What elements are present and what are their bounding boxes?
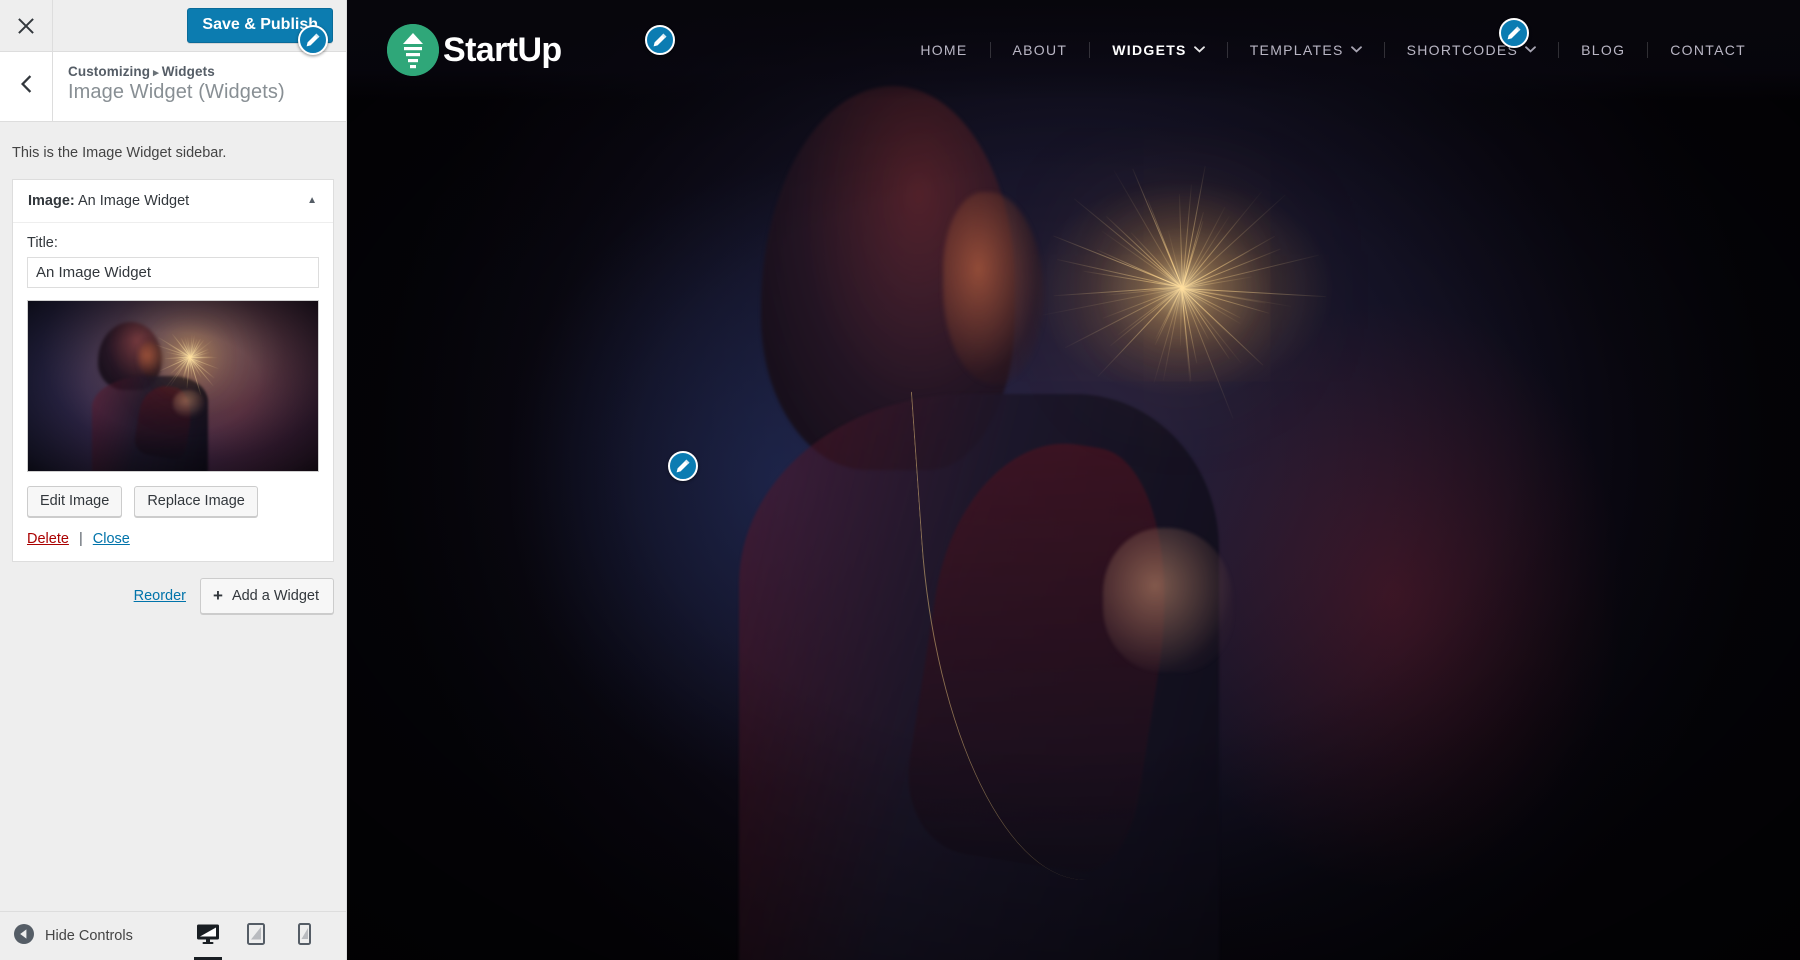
nav-item-widgets[interactable]: WIDGETS <box>1089 42 1226 58</box>
title-field-label: Title: <box>27 235 319 251</box>
pencil-icon <box>652 32 668 48</box>
customizer-topbar: Save & Publish <box>0 0 346 52</box>
edit-shortcut-widget[interactable] <box>668 451 698 481</box>
pencil-icon <box>305 32 321 48</box>
replace-image-button[interactable]: Replace Image <box>134 486 258 517</box>
add-a-widget-button[interactable]: + Add a Widget <box>200 578 334 614</box>
nav-item-about[interactable]: ABOUT <box>990 42 1090 58</box>
nav-item-shortcodes[interactable]: SHORTCODES <box>1384 42 1559 58</box>
panel-title-group: Customizing ▸ Widgets Image Widget (Widget… <box>53 52 346 121</box>
edit-shortcut-header-edge[interactable] <box>298 25 328 55</box>
edit-shortcut-nav[interactable] <box>1499 18 1529 48</box>
nav-item-templates[interactable]: TEMPLATES <box>1227 42 1384 58</box>
breadcrumb-root[interactable]: Customizing <box>68 64 150 79</box>
image-widget-thumbnail[interactable] <box>27 300 319 472</box>
edit-image-button[interactable]: Edit Image <box>27 486 122 517</box>
nav-item-label: ABOUT <box>1013 42 1068 58</box>
back-button[interactable] <box>0 52 53 121</box>
close-widget-link[interactable]: Close <box>93 531 130 547</box>
collapse-arrow-icon <box>14 924 34 949</box>
add-a-widget-label: Add a Widget <box>232 588 319 604</box>
hide-controls-label: Hide Controls <box>45 928 133 944</box>
nav-item-label: CONTACT <box>1670 42 1746 58</box>
site-logo[interactable]: StartUp <box>387 24 562 76</box>
nav-item-blog[interactable]: BLOG <box>1558 42 1647 58</box>
device-desktop-button[interactable] <box>184 912 232 960</box>
tablet-icon <box>247 923 265 950</box>
device-mobile-button[interactable] <box>280 912 328 960</box>
close-icon <box>17 17 35 35</box>
nav-item-label: BLOG <box>1581 42 1625 58</box>
nav-item-label: TEMPLATES <box>1250 42 1344 58</box>
chevron-down-icon <box>1525 46 1536 55</box>
pencil-icon <box>1506 25 1522 41</box>
desktop-icon <box>196 923 220 950</box>
widget-body: Title: Edit Image <box>13 223 333 561</box>
customizer-sidebar: Save & Publish Customizing ▸ Widgets Image… <box>0 0 347 960</box>
widget-type-label: Image: <box>28 193 75 209</box>
customizer-body: This is the Image Widget sidebar. Image:… <box>0 123 346 911</box>
delete-widget-link[interactable]: Delete <box>27 531 69 547</box>
chevron-left-icon <box>18 73 34 100</box>
chevron-up-icon[interactable]: ▲ <box>305 196 319 206</box>
widget-list-actions: Reorder + Add a Widget <box>12 562 334 614</box>
logo-mark-icon <box>387 24 439 76</box>
breadcrumb-section[interactable]: Widgets <box>162 64 215 79</box>
nav-item-label: HOME <box>920 42 967 58</box>
nav-item-home[interactable]: HOME <box>898 42 989 58</box>
title-input[interactable] <box>27 257 319 288</box>
widget-title: Image: An Image Widget <box>28 193 189 209</box>
page-title: Image Widget (Widgets) <box>68 81 346 104</box>
widget-accordion-header[interactable]: Image: An Image Widget ▲ <box>13 180 333 223</box>
nav-item-label: WIDGETS <box>1112 42 1186 58</box>
links-separator: | <box>73 531 89 547</box>
site-preview-frame[interactable]: StartUp HOME ABOUT WIDGETS TEMPLATES SHORTCO… <box>347 0 1800 960</box>
customizer-screen: Save & Publish Customizing ▸ Widgets Image… <box>0 0 1800 960</box>
device-preview-switcher <box>184 912 346 960</box>
customizer-panel-header: Customizing ▸ Widgets Image Widget (Widget… <box>0 52 346 122</box>
nav-item-label: SHORTCODES <box>1407 42 1519 58</box>
breadcrumb: Customizing ▸ Widgets <box>68 64 346 79</box>
edit-shortcut-header[interactable] <box>645 25 675 55</box>
chevron-down-icon <box>1194 46 1205 55</box>
mobile-icon <box>298 923 311 950</box>
device-tablet-button[interactable] <box>232 912 280 960</box>
primary-navigation: HOME ABOUT WIDGETS TEMPLATES SHORTCODES BLOG C… <box>898 42 1768 58</box>
image-widget-card: Image: An Image Widget ▲ Title: An Image… <box>12 179 334 562</box>
site-title: StartUp <box>443 33 562 67</box>
plus-icon: + <box>213 587 223 604</box>
close-customizer-button[interactable] <box>0 0 53 51</box>
sidebar-description: This is the Image Widget sidebar. <box>12 123 334 179</box>
image-action-buttons: Edit Image Replace Image <box>27 486 319 517</box>
hide-controls-button[interactable]: Hide Controls <box>14 924 133 949</box>
widget-footer-links: Delete | Close <box>27 531 319 547</box>
pencil-icon <box>675 458 691 474</box>
breadcrumb-separator-icon: ▸ <box>150 67 162 79</box>
widget-name-label: An Image Widget <box>78 193 189 209</box>
chevron-down-icon <box>1351 46 1362 55</box>
site-header: StartUp HOME ABOUT WIDGETS TEMPLATES SHORTCO… <box>347 0 1800 100</box>
nav-item-contact[interactable]: CONTACT <box>1647 42 1768 58</box>
reorder-widgets-link[interactable]: Reorder <box>134 588 186 604</box>
customizer-footer: Hide Controls <box>0 911 346 960</box>
